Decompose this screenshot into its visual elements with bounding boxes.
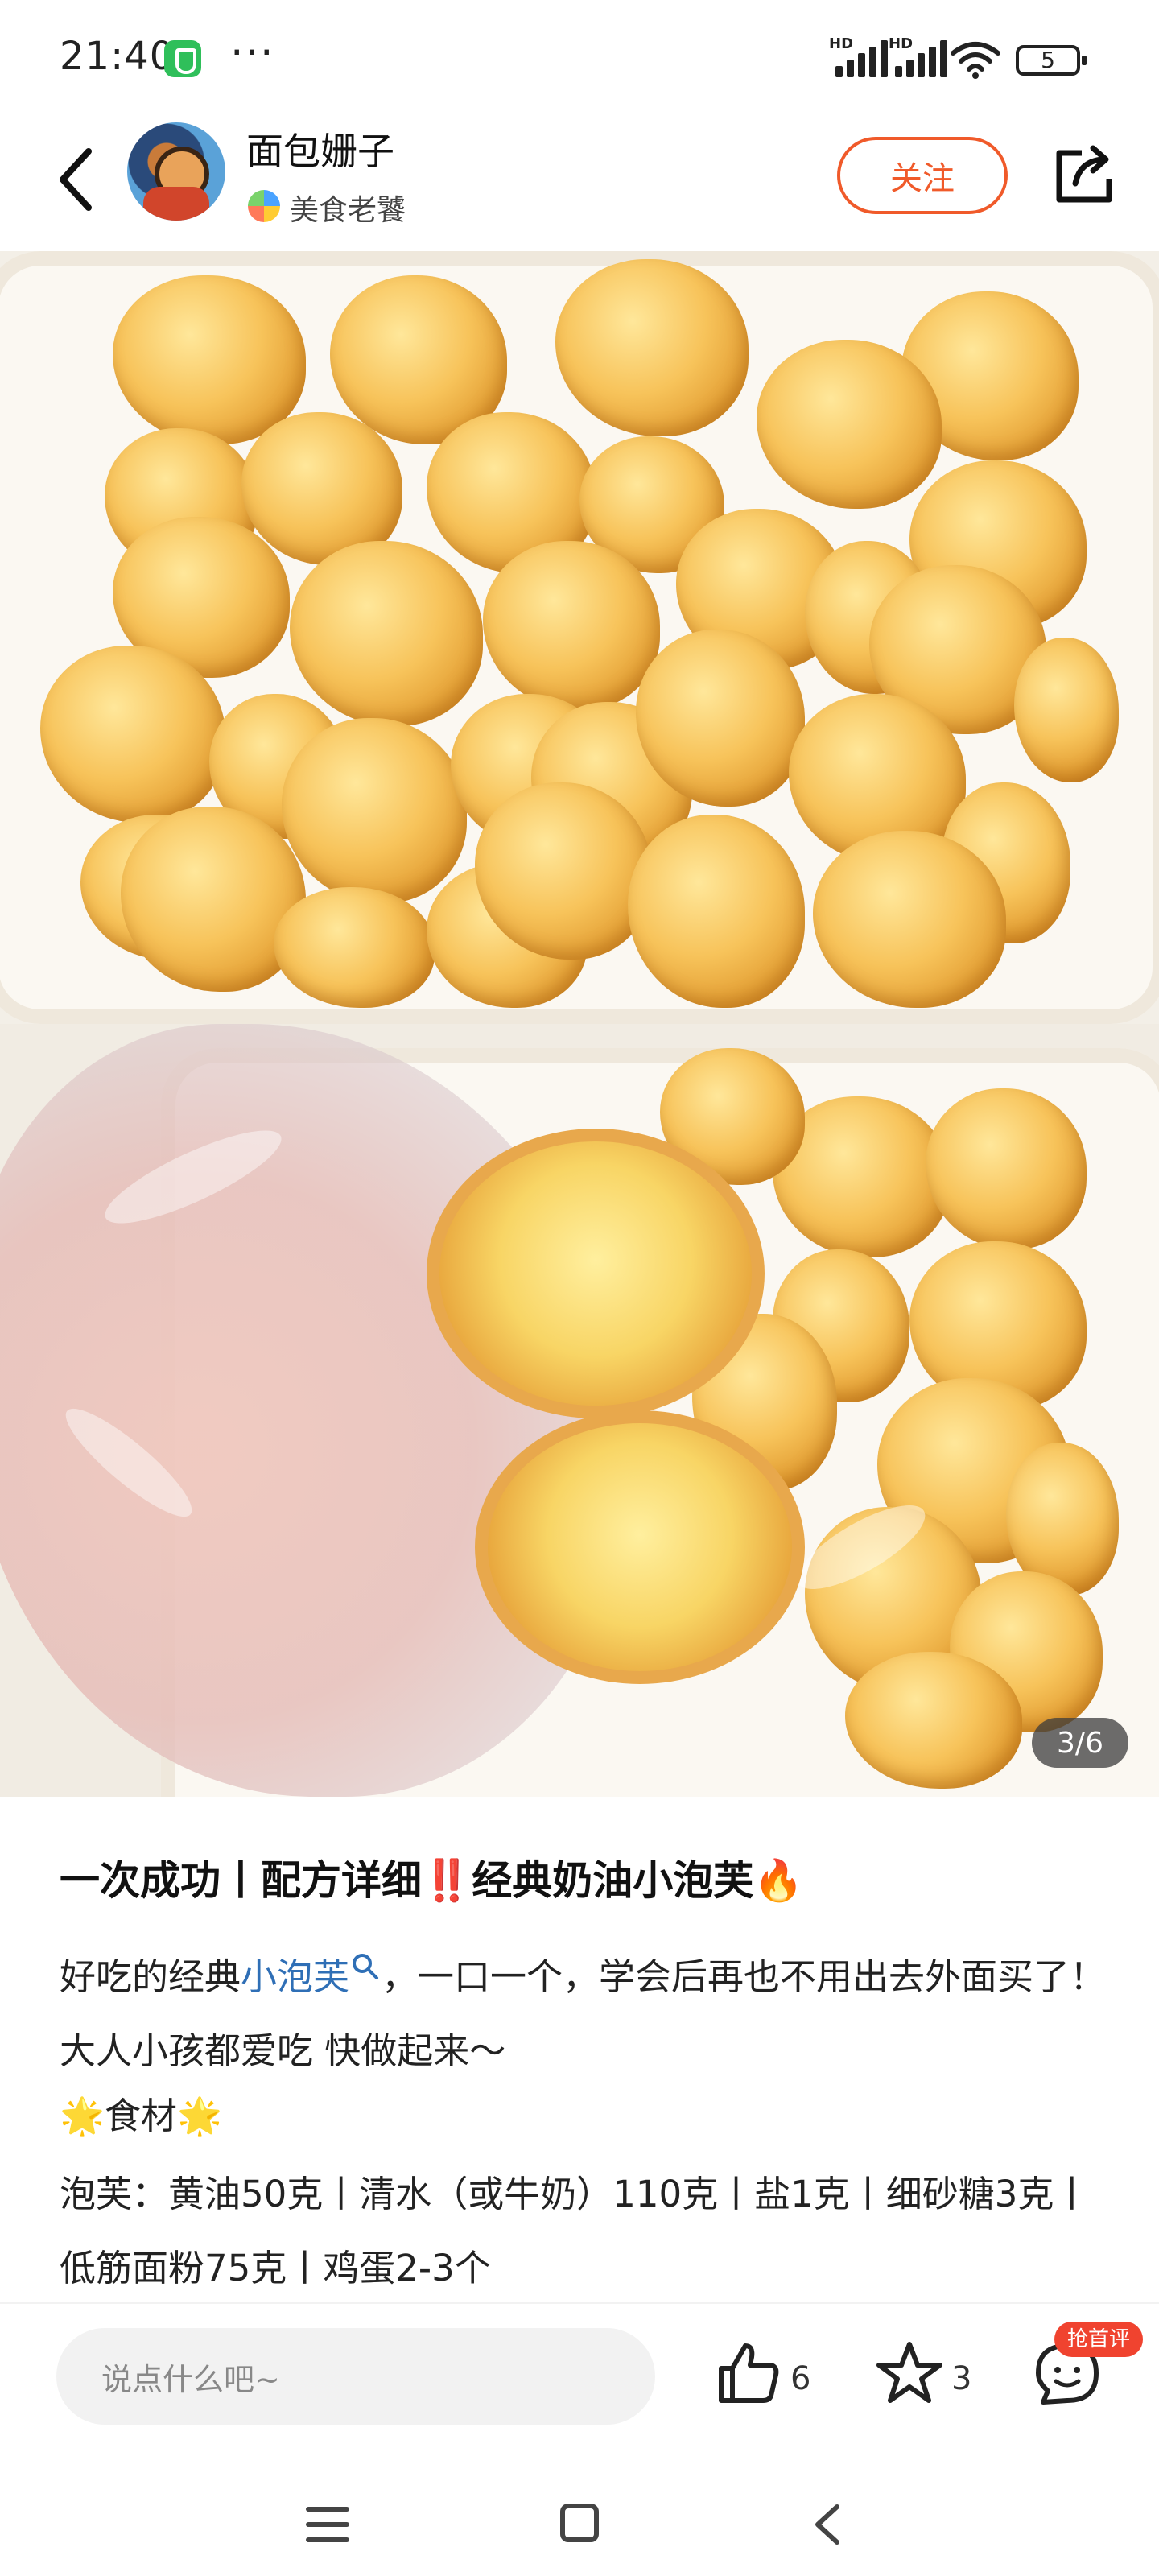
- thumbs-up-icon[interactable]: [715, 2339, 782, 2407]
- interaction-bar: 说点什么吧~ 6 3 抢首评: [0, 2302, 1159, 2439]
- puff-half-top: [427, 1129, 765, 1418]
- comment-input[interactable]: 说点什么吧~: [56, 2328, 655, 2425]
- signal-icon-1: HD: [829, 35, 890, 77]
- star-favorite-icon[interactable]: [876, 2339, 943, 2407]
- creator-badge-icon: [248, 190, 280, 222]
- battery-level: 5: [1041, 47, 1055, 73]
- status-time: 21:40: [60, 34, 175, 79]
- menu-icon[interactable]: [306, 2507, 349, 2542]
- star-icon: 🌟: [177, 2095, 223, 2137]
- post-header: 面包姗子 美食老饕 关注: [0, 113, 1159, 250]
- image-page-indicator: 3/6: [1032, 1718, 1128, 1768]
- post-image-puff-cross-section[interactable]: [0, 1024, 1159, 1797]
- post-intro-text: 好吃的经典小泡芙 ，一口一个，学会后再也不用出去外面买了！大人小孩都爱吃 快做起来…: [60, 1940, 1122, 2088]
- follow-button[interactable]: 关注: [837, 137, 1008, 214]
- chevron-left-icon[interactable]: [48, 143, 105, 216]
- post-title: 一次成功丨配方详细‼️经典奶油小泡芙🔥: [60, 1857, 804, 1904]
- topic-link[interactable]: 小泡芙: [241, 1954, 382, 1998]
- favorite-count: 3: [951, 2360, 972, 2397]
- status-bar: 21:40 ··· HD HD 5: [0, 0, 1159, 113]
- security-shield-icon: [164, 40, 201, 77]
- fire-icon: 🔥: [753, 1857, 804, 1904]
- first-comment-badge[interactable]: 抢首评: [1054, 2322, 1144, 2357]
- puff-half-bottom: [475, 1410, 805, 1684]
- star-icon: 🌟: [60, 2095, 105, 2137]
- post-image-puffs-tray[interactable]: [0, 251, 1159, 1024]
- ellipsis-icon: ···: [230, 29, 275, 77]
- share-icon[interactable]: [1053, 142, 1117, 206]
- avatar[interactable]: [127, 122, 225, 221]
- ingredients-text: 泡芙：黄油50克丨清水（或牛奶）110克丨盐1克丨细砂糖3克丨低筋面粉75克丨鸡…: [60, 2173, 1091, 2289]
- back-icon[interactable]: [808, 2502, 848, 2547]
- like-count: 6: [790, 2360, 811, 2397]
- author-tag: 美食老饕: [290, 194, 406, 227]
- search-icon[interactable]: [349, 1951, 382, 1983]
- author-name[interactable]: 面包姗子: [246, 122, 394, 175]
- battery-icon: 5: [1016, 45, 1087, 76]
- wifi-icon: [951, 42, 1000, 79]
- double-exclamation-icon: ‼️: [422, 1857, 472, 1904]
- signal-icon-2: HD: [889, 35, 950, 77]
- ingredients-heading: 🌟食材🌟: [60, 2095, 223, 2137]
- home-icon[interactable]: [560, 2504, 599, 2542]
- system-nav-bar: [0, 2439, 1159, 2576]
